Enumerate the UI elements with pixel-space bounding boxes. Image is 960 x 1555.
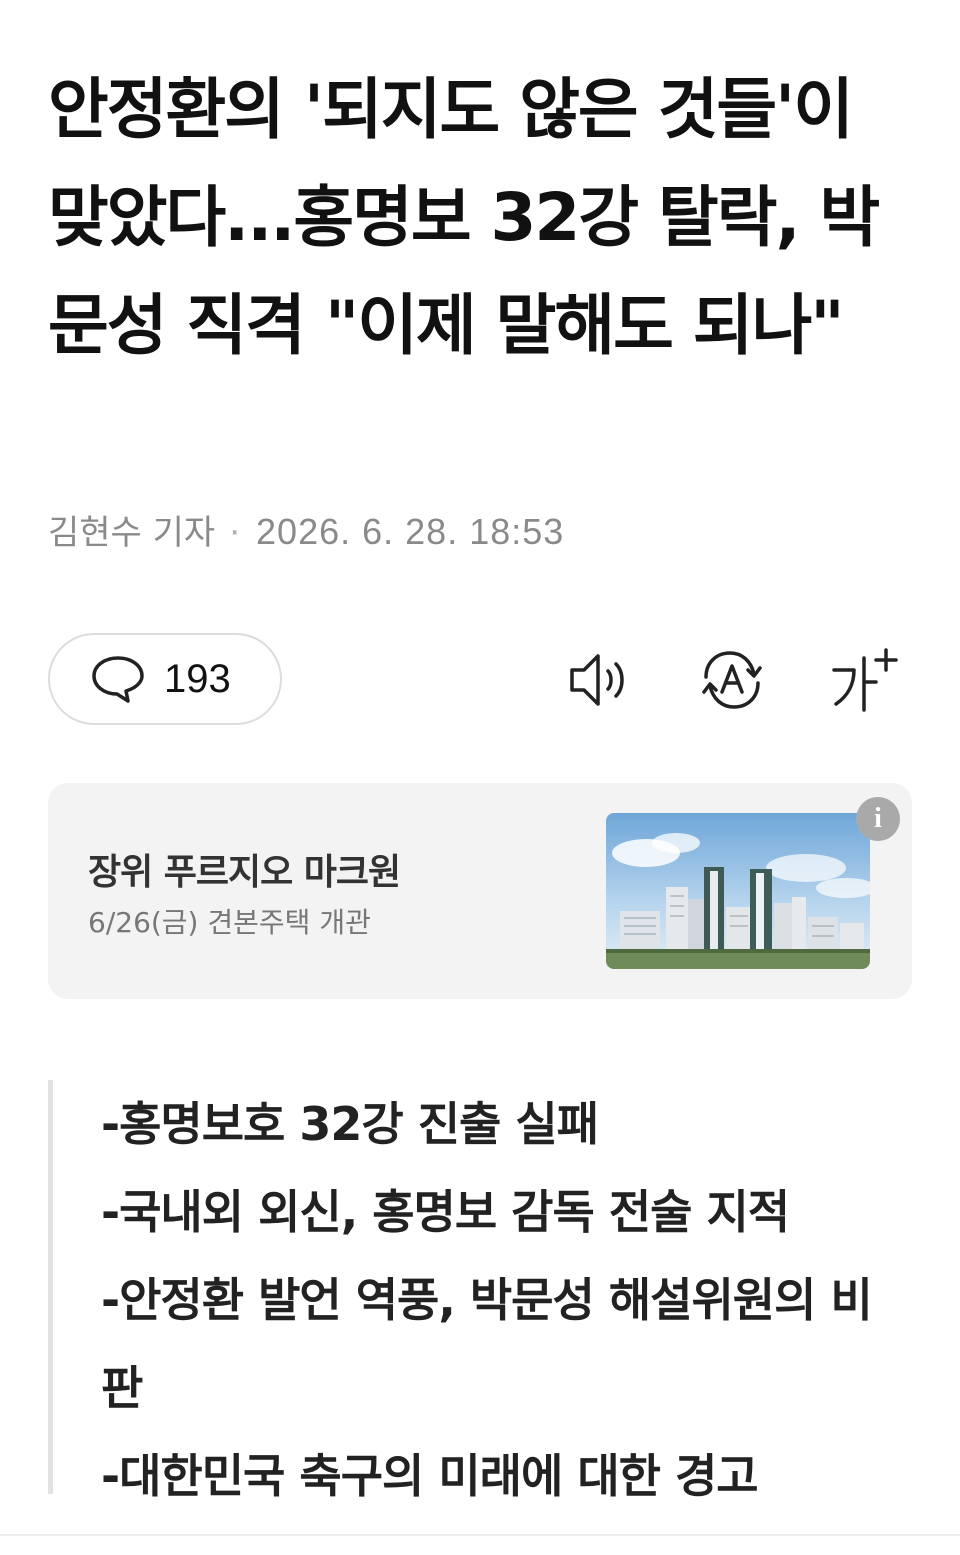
reporter-name: 김현수 기자 bbox=[48, 513, 216, 553]
summary-item: -홍명보호 32강 진출 실패 bbox=[101, 1097, 599, 1151]
comment-button[interactable]: 193 bbox=[48, 633, 282, 725]
ad-banner[interactable]: 장위 푸르지오 마크원 6/26(금) 견본주택 개관 i bbox=[48, 783, 912, 999]
byline: 김현수 기자 · 2026. 6. 28. 18:53 bbox=[48, 508, 564, 557]
ad-image bbox=[606, 813, 870, 969]
translate-button[interactable] bbox=[696, 646, 768, 718]
article-headline: 안정환의 '되지도 않은 것들'이 맞았다...홍명보 32강 탈락, 박문성 … bbox=[48, 71, 880, 364]
ad-subtitle: 6/26(금) 견본주택 개관 bbox=[88, 906, 371, 939]
speaker-button[interactable] bbox=[564, 646, 636, 718]
publish-datetime: 2026. 6. 28. 18:53 bbox=[256, 511, 565, 552]
font-size-button[interactable] bbox=[828, 646, 900, 718]
speaker-icon bbox=[564, 644, 636, 720]
font-size-icon bbox=[828, 644, 900, 720]
ad-title: 장위 푸르지오 마크원 bbox=[88, 852, 401, 893]
comment-count: 193 bbox=[164, 656, 231, 701]
section-divider bbox=[0, 1534, 960, 1536]
summary-item: -대한민국 축구의 미래에 대한 경고 bbox=[101, 1449, 759, 1503]
summary-item: -국내외 외신, 홍명보 감독 전술 지적 bbox=[101, 1185, 790, 1239]
translate-icon bbox=[696, 644, 768, 720]
article-summary: -홍명보호 32강 진출 실패 -국내외 외신, 홍명보 감독 전술 지적 -안… bbox=[48, 1080, 903, 1503]
byline-separator: · bbox=[229, 513, 241, 553]
ad-info-icon[interactable]: i bbox=[856, 797, 900, 841]
summary-item: -안정환 발언 역풍, 박문성 해설위원의 비판 bbox=[101, 1273, 873, 1415]
comment-icon bbox=[90, 654, 146, 704]
